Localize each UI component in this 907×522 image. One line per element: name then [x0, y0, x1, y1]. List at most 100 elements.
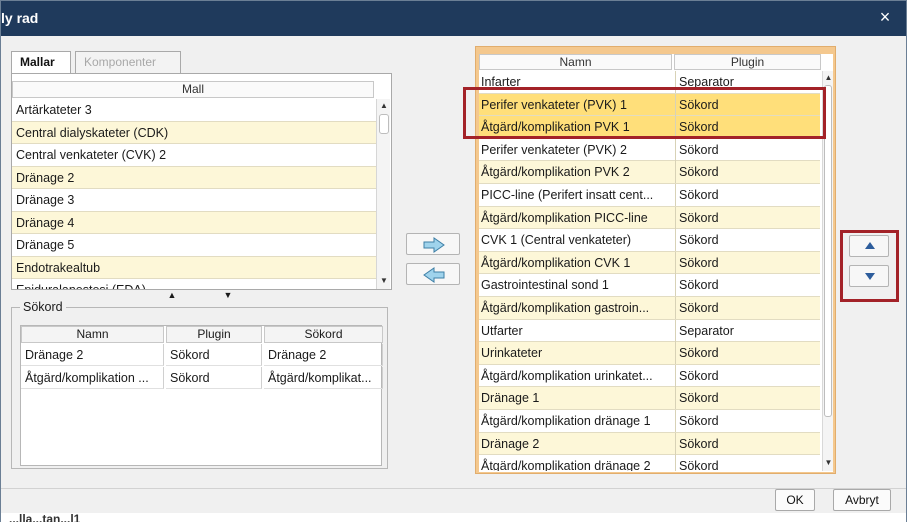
row-name: Åtgärd/komplikation dränage 1 — [481, 413, 651, 428]
mall-list-item[interactable]: Central venkateter (CVK) 2 — [12, 144, 376, 167]
row-name: Åtgärd/komplikation urinkatet... — [481, 368, 653, 383]
mall-list-item[interactable]: Dränage 3 — [12, 189, 376, 212]
mall-list-item[interactable]: Endotrakealtub — [12, 256, 376, 279]
table-row[interactable]: Åtgärd/komplikation dränage 1 Sökord — [479, 409, 820, 433]
table-row[interactable]: Åtgärd/komplikation gastroin... Sökord — [479, 296, 820, 320]
row-plugin: Sökord — [675, 274, 819, 297]
row-plugin: Sökord — [675, 342, 819, 365]
row-name: Perifer venkateter (PVK) 2 — [481, 142, 627, 157]
scroll-down-icon[interactable]: ▼ — [377, 275, 391, 287]
table-row[interactable]: Åtgärd/komplikation PVK 2 Sökord — [479, 161, 820, 184]
row-plugin: Sökord — [675, 409, 819, 432]
close-icon[interactable]: × — [874, 6, 896, 28]
row-plugin: Sökord — [675, 364, 819, 387]
sort-up-icon[interactable]: ▲ — [166, 290, 178, 300]
row-name: Urinkateter — [481, 346, 543, 361]
sokord-group-label: Sökord — [20, 300, 66, 314]
mall-list-item[interactable]: Central dialyskateter (CDK) — [12, 121, 376, 144]
table-row[interactable]: Perifer venkateter (PVK) 2 Sökord — [479, 138, 820, 162]
table-row[interactable]: Dränage 2 Sökord — [479, 432, 820, 456]
row-plugin: Sökord — [675, 251, 819, 274]
table-cell: Sökord — [166, 344, 262, 366]
table-row[interactable]: Utfarter Separator — [479, 319, 820, 343]
tab-mallar[interactable]: Mallar — [11, 51, 71, 73]
row-plugin: Sökord — [675, 387, 819, 410]
title-bar: ly rad × — [1, 1, 906, 36]
row-plugin: Sökord — [675, 432, 819, 455]
arrow-right-icon — [423, 237, 445, 253]
row-name: Dränage 2 — [481, 436, 540, 451]
selected-rows-header: Namn Plugin — [479, 54, 821, 70]
scroll-up-icon[interactable]: ▲ — [377, 100, 391, 112]
arrow-left-icon — [423, 267, 445, 283]
scroll-up-icon[interactable]: ▲ — [823, 72, 834, 84]
tab-komponenter[interactable]: Komponenter — [75, 51, 181, 73]
table-row[interactable]: Åtgärd/komplikation CVK 1 Sökord — [479, 251, 820, 275]
row-plugin: Sökord — [675, 296, 819, 319]
mall-list-item[interactable]: Dränage 4 — [12, 211, 376, 234]
row-name: Åtgärd/komplikation PICC-line — [481, 210, 648, 225]
sokord-group: Sökord Namn Plugin Sökord Dränage 2 Söko… — [11, 300, 388, 469]
row-name: PICC-line (Perifert insatt cent... — [481, 187, 654, 202]
row-plugin: Sökord — [675, 183, 819, 206]
column-header-plugin[interactable]: Plugin — [674, 54, 821, 70]
row-name: Åtgärd/komplikation PVK 2 — [481, 165, 630, 180]
highlight-frame-rows — [463, 87, 826, 139]
table-cell: Dränage 2 — [264, 344, 383, 366]
row-plugin: Sökord — [675, 229, 819, 252]
add-to-list-button[interactable] — [406, 233, 460, 255]
column-header-plugin[interactable]: Plugin — [166, 326, 262, 343]
row-plugin: Separator — [675, 319, 819, 342]
table-row[interactable]: Gastrointestinal sond 1 Sökord — [479, 274, 820, 297]
table-row[interactable]: CVK 1 (Central venkateter) Sökord — [479, 229, 820, 252]
divider — [1, 488, 906, 489]
column-header-namn[interactable]: Namn — [479, 54, 672, 70]
mall-column-header[interactable]: Mall — [12, 81, 374, 98]
mall-list: Artärkateter 3 Central dialyskateter (CD… — [12, 99, 376, 289]
remove-from-list-button[interactable] — [406, 263, 460, 285]
table-row[interactable]: Dränage 2 Sökord Dränage 2 — [21, 344, 383, 366]
row-name: Dränage 1 — [481, 391, 540, 406]
table-row[interactable]: Dränage 1 Sökord — [479, 387, 820, 410]
row-name: Åtgärd/komplikation dränage 2 — [481, 459, 651, 471]
scroll-thumb[interactable] — [379, 114, 389, 134]
row-plugin: Sökord — [675, 138, 819, 161]
mall-list-item[interactable]: Artärkateter 3 — [12, 99, 376, 122]
row-name: Åtgärd/komplikation gastroin... — [481, 300, 650, 315]
ny-rad-dialog: ly rad × Mallar Komponenter Mall Artärka… — [0, 0, 907, 522]
table-cell: Åtgärd/komplikation ... — [21, 367, 164, 389]
table-row[interactable]: Åtgärd/komplikation ... Sökord Åtgärd/ko… — [21, 367, 383, 389]
sokord-table-header: Namn Plugin Sökord — [21, 326, 383, 343]
row-name: Utfarter — [481, 323, 523, 338]
mall-list-item[interactable]: Epiduralanestesi (EDA) — [12, 279, 376, 289]
table-row[interactable]: Åtgärd/komplikation urinkatet... Sökord — [479, 364, 820, 388]
scroll-down-icon[interactable]: ▼ — [823, 457, 834, 469]
row-name: Gastrointestinal sond 1 — [481, 278, 609, 293]
background-window — [1, 513, 906, 522]
mall-scrollbar[interactable]: ▲ ▼ — [376, 99, 390, 289]
table-cell: Dränage 2 — [21, 344, 164, 366]
cancel-button[interactable]: Avbryt — [833, 489, 891, 511]
sort-down-icon[interactable]: ▼ — [222, 290, 234, 300]
table-cell: Sökord — [166, 367, 262, 389]
background-window-text: ...lla...tan...l1 — [9, 512, 81, 522]
table-row[interactable]: Urinkateter Sökord — [479, 342, 820, 365]
mall-list-item[interactable]: Dränage 2 — [12, 166, 376, 189]
row-plugin: Sökord — [675, 161, 819, 184]
dialog-title: ly rad — [1, 10, 39, 26]
table-cell: Åtgärd/komplikat... — [264, 367, 383, 389]
table-row[interactable]: Åtgärd/komplikation dränage 2 Sökord — [479, 455, 820, 471]
column-header-namn[interactable]: Namn — [21, 326, 164, 343]
column-header-sokord[interactable]: Sökord — [264, 326, 383, 343]
sokord-table: Namn Plugin Sökord Dränage 2 Sökord Drän… — [20, 325, 383, 466]
table-row[interactable]: Åtgärd/komplikation PICC-line Sökord — [479, 206, 820, 230]
highlight-frame-buttons — [840, 230, 899, 302]
table-row[interactable]: PICC-line (Perifert insatt cent... Sökord — [479, 183, 820, 207]
mall-panel: Mall Artärkateter 3 Central dialyskatete… — [11, 73, 392, 290]
row-name: Åtgärd/komplikation CVK 1 — [481, 255, 631, 270]
row-plugin: Sökord — [675, 455, 819, 471]
row-plugin: Sökord — [675, 206, 819, 229]
row-name: CVK 1 (Central venkateter) — [481, 233, 632, 248]
mall-list-item[interactable]: Dränage 5 — [12, 234, 376, 257]
ok-button[interactable]: OK — [775, 489, 815, 511]
